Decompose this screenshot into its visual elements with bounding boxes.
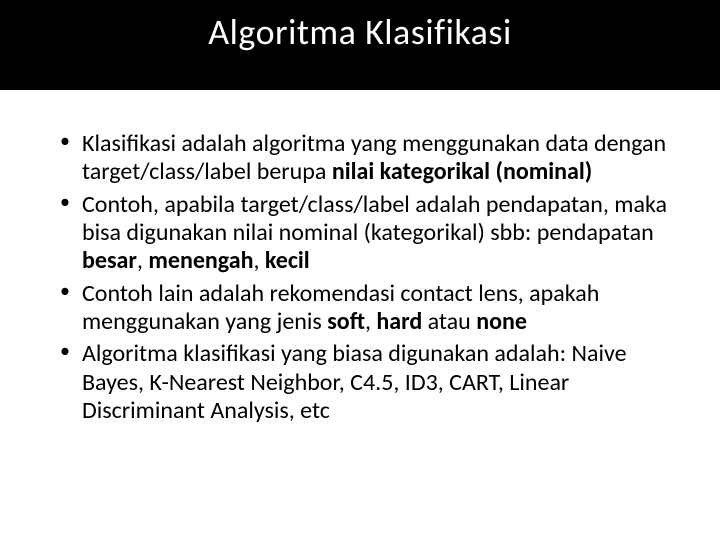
slide: Algoritma Klasifikasi Klasifikasi adalah… [0,0,720,540]
list-item: Klasifikasi adalah algoritma yang menggu… [60,130,680,187]
slide-title: Algoritma Klasifikasi [208,10,511,54]
list-item: Contoh, apabila target/class/label adala… [60,191,680,276]
list-item: Contoh lain adalah rekomendasi contact l… [60,280,680,337]
list-item: Algoritma klasifikasi yang biasa digunak… [60,340,680,425]
slide-content: Klasifikasi adalah algoritma yang menggu… [0,90,720,429]
bullet-list: Klasifikasi adalah algoritma yang menggu… [60,130,680,425]
title-bar: Algoritma Klasifikasi [0,0,720,90]
